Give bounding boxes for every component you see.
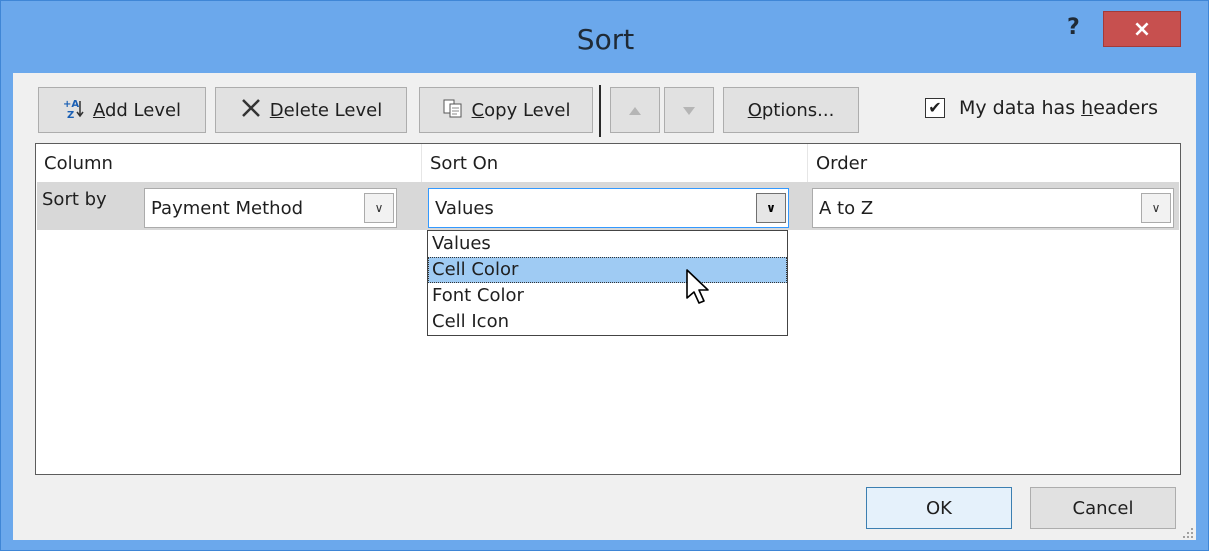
- column-select-value: Payment Method: [151, 197, 304, 219]
- dropdown-option-cell-color[interactable]: Cell Color: [428, 257, 787, 283]
- move-up-button[interactable]: [610, 87, 660, 133]
- toolbar-separator: [599, 85, 601, 137]
- sort-by-label: Sort by: [42, 189, 107, 210]
- triangle-up-icon: [628, 100, 642, 121]
- column-select[interactable]: Payment Method ∨: [144, 188, 397, 228]
- sort-on-select[interactable]: Values ∨: [428, 188, 789, 228]
- svg-text:Z: Z: [67, 110, 74, 120]
- headers-checkbox[interactable]: ✔: [925, 98, 945, 118]
- order-select[interactable]: A to Z ∨: [812, 188, 1174, 228]
- copy-level-button[interactable]: Copy Level: [419, 87, 593, 133]
- resize-grip-icon[interactable]: [1180, 524, 1194, 538]
- ok-label: OK: [926, 497, 952, 519]
- delete-level-button[interactable]: Delete Level: [215, 87, 407, 133]
- svg-text:+A: +A: [63, 99, 79, 110]
- delete-level-label: Delete Level: [269, 99, 383, 121]
- add-level-label: Add Level: [92, 99, 182, 121]
- headers-checkbox-group[interactable]: ✔ My data has headers: [925, 97, 1158, 119]
- close-button[interactable]: ×: [1103, 11, 1181, 47]
- move-down-button[interactable]: [664, 87, 714, 133]
- checkmark-icon: ✔: [928, 98, 942, 117]
- options-button[interactable]: Options...: [723, 87, 859, 133]
- dialog-body: +A Z Add Level Delete Level Copy Level Op…: [13, 73, 1196, 540]
- cancel-button[interactable]: Cancel: [1030, 487, 1176, 529]
- copy-icon: [442, 97, 464, 124]
- options-label: Options...: [747, 99, 835, 121]
- sort-dialog: Sort ? × +A Z Add Level Delete Level Copy…: [0, 0, 1209, 551]
- chevron-down-icon[interactable]: ∨: [364, 193, 394, 223]
- order-select-value: A to Z: [819, 197, 874, 219]
- sort-az-icon: +A Z: [63, 98, 85, 123]
- sort-on-dropdown-list: Values Cell Color Font Color Cell Icon: [427, 230, 788, 336]
- dropdown-option-cell-icon[interactable]: Cell Icon: [428, 309, 787, 335]
- mouse-pointer-icon: [685, 268, 711, 310]
- dialog-title: Sort: [576, 23, 635, 56]
- dropdown-option-font-color[interactable]: Font Color: [428, 283, 787, 309]
- copy-level-label: Copy Level: [471, 99, 571, 121]
- ok-button[interactable]: OK: [866, 487, 1012, 529]
- column-header-order: Order: [816, 152, 868, 174]
- help-button[interactable]: ?: [1067, 15, 1080, 40]
- triangle-down-icon: [682, 100, 696, 121]
- title-bar: Sort ? ×: [1, 1, 1209, 73]
- chevron-down-icon[interactable]: ∨: [1141, 193, 1171, 223]
- add-level-button[interactable]: +A Z Add Level: [38, 87, 206, 133]
- column-header-sort-on: Sort On: [422, 144, 808, 182]
- delete-x-icon: [240, 97, 262, 124]
- column-header-column: Column: [36, 144, 422, 182]
- headers-checkbox-label: My data has headers: [959, 97, 1158, 119]
- chevron-down-icon[interactable]: ∨: [756, 193, 786, 223]
- cancel-label: Cancel: [1072, 497, 1134, 519]
- sort-on-select-value: Values: [435, 197, 494, 219]
- dropdown-option-values[interactable]: Values: [428, 231, 787, 257]
